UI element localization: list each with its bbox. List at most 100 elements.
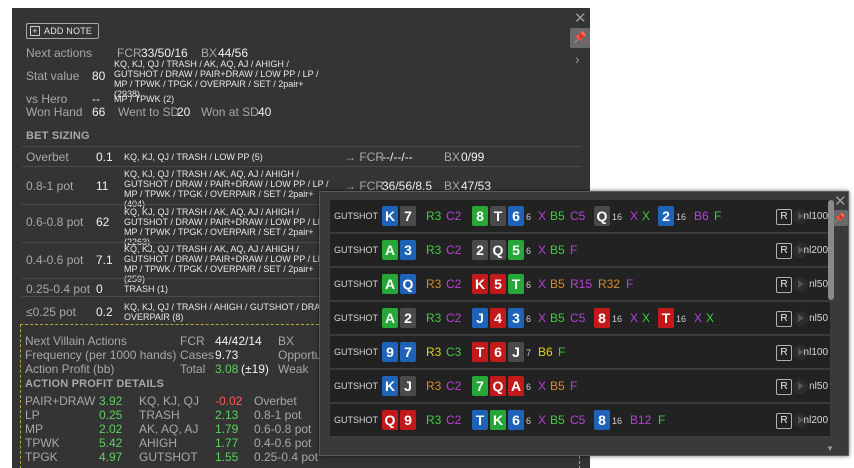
card: K bbox=[472, 274, 488, 294]
action-label: B5 bbox=[550, 311, 565, 325]
hand-tag: GUTSHOT bbox=[334, 381, 378, 391]
hand-tag: GUTSHOT bbox=[334, 347, 378, 357]
pot-size: 6 bbox=[526, 280, 532, 290]
bet-row-value: 11 bbox=[96, 179, 109, 193]
add-note-button[interactable]: + ADD NOTE bbox=[26, 23, 100, 39]
close-icon[interactable]: ✕ bbox=[834, 194, 847, 209]
detail-label: TRASH bbox=[139, 408, 180, 422]
close-icon[interactable]: ✕ bbox=[574, 11, 587, 26]
action-profit-label: Action Profit (bb) bbox=[25, 362, 115, 376]
action-label: B12 bbox=[630, 413, 652, 427]
bx-label: BX bbox=[201, 46, 218, 60]
hand-row[interactable]: GUTSHOT A 2 R3 C2 J 4 3 6 X B5 C5 8 16 X X T 16 X X Rnl50 bbox=[330, 302, 830, 335]
hand-row[interactable]: GUTSHOT K J R3 C2 7 Q A 6 X B5 F Rnl50 bbox=[330, 370, 830, 403]
card: 9 bbox=[382, 342, 398, 362]
villain-fcr: 44/42/14 bbox=[215, 334, 262, 348]
details-title: ACTION PROFIT DETAILS bbox=[25, 378, 165, 390]
chevron-right-icon[interactable]: › bbox=[575, 51, 580, 67]
divider bbox=[22, 166, 582, 167]
bet-row-label: 0.4-0.6 pot bbox=[26, 253, 84, 267]
card: 2 bbox=[658, 206, 674, 226]
action-label: X bbox=[642, 209, 651, 223]
scrollbar-thumb[interactable] bbox=[828, 200, 834, 300]
action-label: R3 bbox=[426, 243, 442, 257]
action-label: F bbox=[558, 345, 566, 359]
action-label: F bbox=[570, 243, 578, 257]
bet-row-value: 62 bbox=[96, 215, 110, 229]
pin-icon[interactable]: 📌 bbox=[570, 28, 590, 48]
hand-row[interactable]: GUTSHOT A 3 R3 C2 2 Q 5 6 X B5 F Rnl200 bbox=[330, 234, 830, 267]
pin-icon[interactable]: 📌 bbox=[832, 210, 848, 226]
total-label: Total bbox=[180, 362, 206, 376]
play-icon[interactable] bbox=[793, 311, 808, 326]
replay-button[interactable]: R bbox=[776, 311, 792, 327]
stake-label: nl100 bbox=[803, 347, 828, 358]
play-icon[interactable] bbox=[793, 277, 808, 292]
bet-row-combos: KQ, KJ, QJ / TRASH / LOW PP (5) bbox=[124, 152, 263, 162]
replay-button[interactable]: R bbox=[776, 413, 792, 429]
action-label: C5 bbox=[570, 209, 586, 223]
hand-row[interactable]: GUTSHOT A Q R3 C2 K 5 T 6 X B5 R15 R32 F Rnl50 bbox=[330, 268, 830, 301]
detail-value: 2.02 bbox=[99, 422, 123, 436]
hand-row[interactable]: GUTSHOT K 7 R3 C2 8 T 6 6 X B5 C5 Q 16 X X 2 16 B6 F Rnl100 bbox=[330, 200, 830, 233]
scroll-down-icon[interactable]: ▼ bbox=[826, 444, 834, 453]
replay-button[interactable]: R bbox=[776, 379, 792, 395]
vs-hero-combos: MP / TPWK (2) bbox=[114, 94, 175, 104]
pot-size: 16 bbox=[676, 314, 687, 324]
replay-button[interactable]: R bbox=[776, 243, 792, 259]
card: A bbox=[508, 376, 524, 396]
villain-title: Next Villain Actions bbox=[25, 334, 127, 348]
card: A bbox=[382, 274, 398, 294]
detail-value: 1.77 bbox=[215, 436, 239, 450]
detail-label: AHIGH bbox=[139, 436, 178, 450]
bet-row-combos: KQ, KJ, QJ / TRASH / AK, AQ, AJ / AHIGH … bbox=[124, 207, 329, 247]
opportunities-label: Opportu bbox=[278, 348, 322, 362]
card: J bbox=[400, 376, 416, 396]
replay-button[interactable]: R bbox=[776, 345, 792, 361]
action-label: C2 bbox=[446, 311, 462, 325]
card: Q bbox=[490, 240, 506, 260]
replay-button[interactable]: R bbox=[776, 277, 792, 293]
card: T bbox=[658, 308, 674, 328]
fcr-value: 33/50/16 bbox=[141, 46, 188, 60]
detail-label: PAIR+DRAW bbox=[25, 394, 96, 408]
stake-label: nl50 bbox=[809, 279, 828, 290]
went-to-sd-label: Went to SD bbox=[118, 105, 180, 119]
bet-row-value: 7.1 bbox=[96, 253, 113, 267]
card: T bbox=[508, 274, 524, 294]
detail-label: 0.4-0.6 pot bbox=[254, 436, 312, 450]
pot-size: 16 bbox=[612, 212, 623, 222]
detail-label: 0.25-0.4 pot bbox=[254, 450, 319, 464]
bet-row-combos: KQ, KJ, QJ / TRASH / AK, AQ, AJ / AHIGH … bbox=[124, 169, 329, 209]
action-label: F bbox=[714, 209, 722, 223]
stat-value-combos: KQ, KJ, QJ / TRASH / AK, AQ, AJ / AHIGH … bbox=[114, 59, 319, 99]
hand-row[interactable]: GUTSHOT Q 9 R3 C2 T K 6 6 X B5 C5 8 16 B12 F Rnl200 bbox=[330, 404, 830, 437]
detail-value: 5.42 bbox=[99, 436, 123, 450]
action-label: R3 bbox=[426, 379, 442, 393]
action-label: R15 bbox=[570, 277, 593, 291]
card: 6 bbox=[490, 342, 506, 362]
action-label: X bbox=[694, 311, 703, 325]
cases-value: 9.73 bbox=[215, 348, 239, 362]
detail-label: MP bbox=[25, 422, 43, 436]
card: 7 bbox=[400, 342, 416, 362]
plus-icon: + bbox=[30, 26, 40, 36]
play-icon[interactable] bbox=[793, 379, 808, 394]
stake-label: nl100 bbox=[803, 211, 828, 222]
action-label: B5 bbox=[550, 379, 565, 393]
detail-value: 0.25 bbox=[99, 408, 123, 422]
detail-label: Overbet bbox=[254, 394, 297, 408]
card: K bbox=[490, 410, 506, 430]
card: 6 bbox=[508, 410, 524, 430]
hand-row[interactable]: GUTSHOT 9 7 R3 C3 T 6 J 7 B6 F Rnl100 bbox=[330, 336, 830, 369]
vs-hero-value: -- bbox=[92, 92, 100, 106]
replay-button[interactable]: R bbox=[776, 209, 792, 225]
card: T bbox=[490, 206, 506, 226]
action-label: C2 bbox=[446, 379, 462, 393]
hand-history-panel: ✕ 📌 GUTSHOT K 7 R3 C2 8 T 6 6 X B5 C5 Q 16 X X 2 16 B6 F Rnl… bbox=[319, 191, 849, 456]
detail-value: 3.92 bbox=[99, 394, 123, 408]
card: T bbox=[472, 342, 488, 362]
action-label: C2 bbox=[446, 413, 462, 427]
scrollbar[interactable] bbox=[828, 200, 834, 450]
detail-label: 0.8-1 pot bbox=[254, 408, 302, 422]
